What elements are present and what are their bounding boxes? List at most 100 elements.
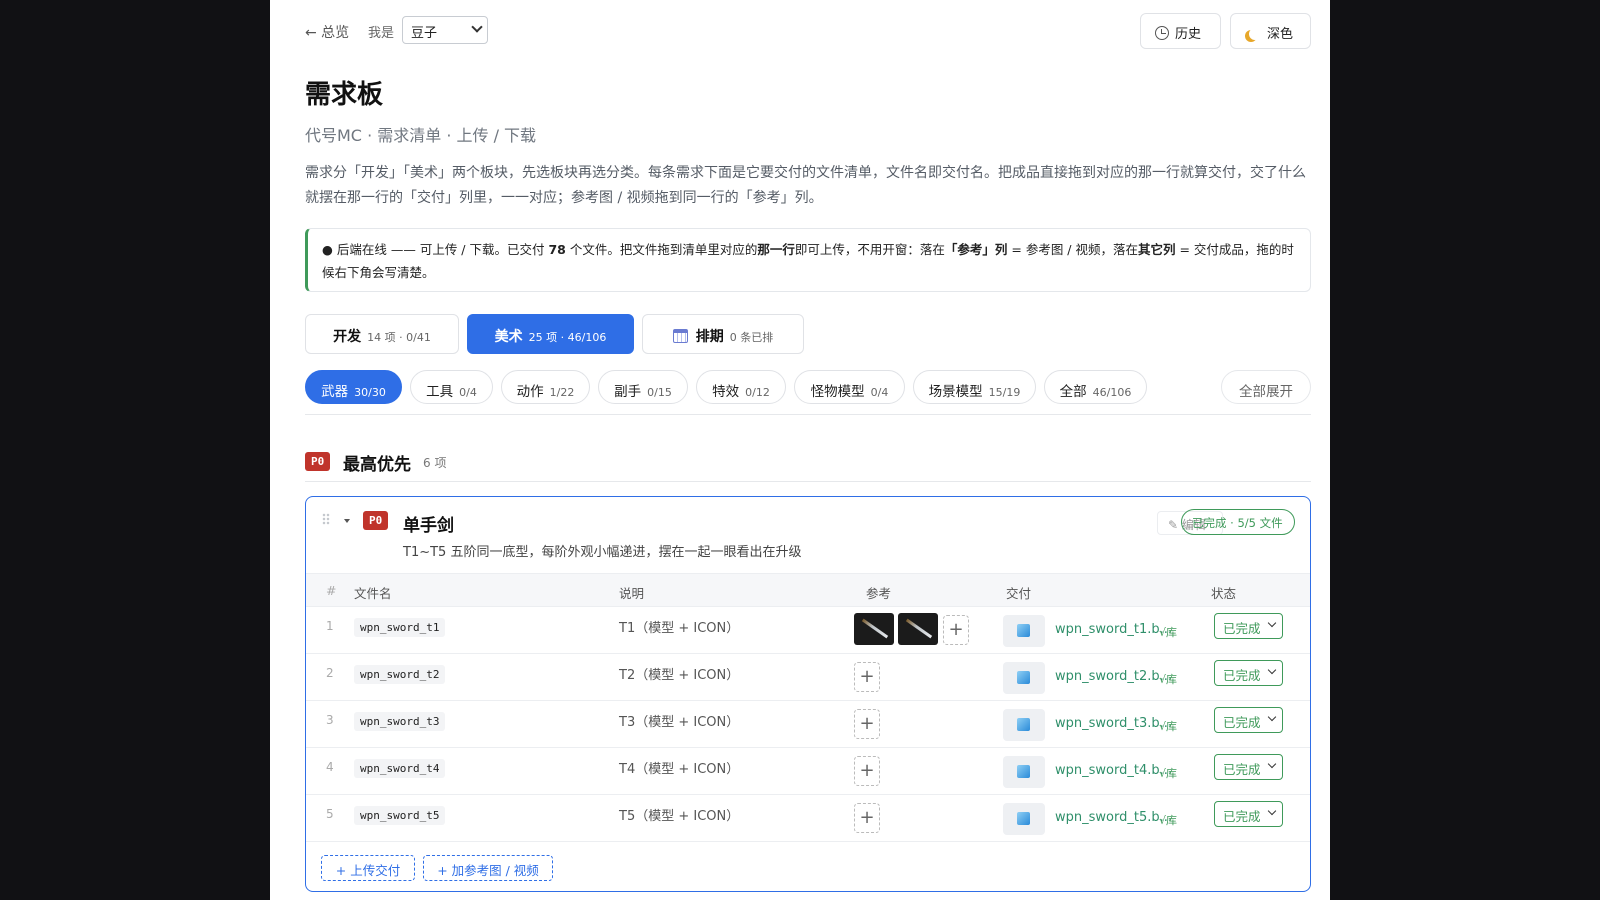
notice-emphasis: 其它列	[1138, 242, 1176, 257]
table-row[interactable]: 5 wpn_sword_t5 T5（模型 + ICON） + wpn_sword…	[306, 795, 1310, 842]
file-name: wpn_sword_t1	[354, 618, 446, 637]
chip-label: 动作	[516, 384, 544, 400]
file-name: wpn_sword_t4	[354, 759, 446, 778]
status-value: 已完成	[1223, 762, 1261, 777]
requirement-title: 单手剑	[403, 516, 454, 536]
chip-meta: 0/4	[459, 386, 477, 399]
tab-dev[interactable]: 开发 14 项 · 0/41	[305, 314, 459, 354]
file-description: T1（模型 + ICON）	[619, 621, 740, 636]
delivered-file-link[interactable]: wpn_sword_t4.b...	[1055, 763, 1172, 778]
library-check: √库	[1159, 814, 1178, 827]
backend-notice: ● 后端在线 —— 可上传 / 下载。已交付 78 个文件。把文件拖到清单里对应…	[305, 228, 1311, 292]
row-number: 4	[326, 760, 334, 774]
delivered-file-link[interactable]: wpn_sword_t2.b...	[1055, 669, 1172, 684]
tab-label: 排期	[695, 329, 724, 345]
row-number: 5	[326, 807, 334, 821]
page-title: 需求板	[305, 80, 384, 110]
delivered-file-link[interactable]: wpn_sword_t1.b...	[1055, 622, 1172, 637]
status-select[interactable]: 已完成	[1214, 707, 1283, 733]
chip-label: 副手	[614, 384, 642, 400]
history-button[interactable]: 历史	[1140, 13, 1221, 49]
upload-delivery-button[interactable]: + 上传交付	[321, 855, 415, 881]
column-header: 参考	[866, 586, 892, 601]
status-value: 已完成	[1223, 715, 1261, 730]
chip-meta: 30/30	[354, 386, 386, 399]
history-label: 历史	[1175, 27, 1202, 42]
priority-group-header: P0 最高优先 6 项	[305, 450, 446, 475]
expand-all-button[interactable]: 全部展开	[1221, 370, 1311, 404]
dark-mode-label: 深色	[1267, 27, 1294, 42]
user-label: 我是	[368, 26, 395, 41]
model-file-icon	[1003, 803, 1045, 835]
notice-text: ● 后端在线 —— 可上传 / 下载。已交付	[322, 242, 549, 257]
dark-mode-button[interactable]: 深色	[1230, 13, 1311, 49]
back-link[interactable]: ← 总览	[305, 22, 349, 42]
add-reference-button[interactable]: +	[854, 803, 880, 833]
delivered-file-link[interactable]: wpn_sword_t5.b...	[1055, 810, 1172, 825]
chip-scene[interactable]: 场景模型 15/19	[913, 370, 1036, 404]
chip-label: 武器	[321, 384, 349, 400]
column-header: 文件名	[354, 586, 392, 601]
chevron-down-icon	[1267, 806, 1277, 816]
delivered-file-link[interactable]: wpn_sword_t3.b...	[1055, 716, 1172, 731]
user-select[interactable]: 豆子	[402, 16, 488, 44]
add-reference-button[interactable]: +	[854, 709, 880, 739]
chip-all[interactable]: 全部 46/106	[1044, 370, 1147, 404]
collapse-toggle-icon[interactable]	[344, 519, 350, 523]
notice-emphasis: 「参考」列	[944, 242, 1008, 257]
row-number: 1	[326, 619, 334, 633]
notice-text: 即可上传，不用开窗：落在	[794, 242, 945, 257]
library-check: √库	[1159, 767, 1178, 780]
model-file-icon	[1003, 709, 1045, 741]
tab-meta: 25 项 · 46/106	[528, 331, 607, 344]
add-reference-button[interactable]: +	[943, 615, 969, 645]
reference-thumbnail[interactable]	[898, 613, 938, 645]
tab-label: 美术	[494, 329, 523, 345]
notice-text: 个文件。把文件拖到清单里对应的	[565, 242, 758, 257]
status-select[interactable]: 已完成	[1214, 613, 1283, 639]
status-select[interactable]: 已完成	[1214, 660, 1283, 686]
requirement-description: T1~T5 五阶同一底型，每阶外观小幅递进，摆在一起一眼看出在升级	[403, 545, 802, 560]
chip-meta: 46/106	[1092, 386, 1132, 399]
delivered-count: 78	[548, 242, 566, 257]
chip-label: 特效	[712, 384, 740, 400]
chip-monster[interactable]: 怪物模型 0/4	[794, 370, 905, 404]
add-reference-button[interactable]: +	[854, 662, 880, 692]
chip-fx[interactable]: 特效 0/12	[696, 370, 786, 404]
status-badge: 已完成 · 5/5 文件	[1181, 509, 1295, 535]
chip-tool[interactable]: 工具 0/4	[410, 370, 493, 404]
chip-meta: 15/19	[988, 386, 1021, 399]
chip-weapon[interactable]: 武器 30/30	[305, 370, 402, 404]
chip-label: 怪物模型	[810, 384, 865, 400]
table-row[interactable]: 4 wpn_sword_t4 T4（模型 + ICON） + wpn_sword…	[306, 748, 1310, 795]
status-select[interactable]: 已完成	[1214, 801, 1283, 827]
add-reference-button[interactable]: +	[854, 756, 880, 786]
row-number: 2	[326, 666, 334, 680]
reference-thumbnail[interactable]	[854, 613, 894, 645]
divider	[305, 414, 1311, 415]
tab-schedule[interactable]: 排期 0 条已排	[642, 314, 804, 354]
table-row[interactable]: 2 wpn_sword_t2 T2（模型 + ICON） + wpn_sword…	[306, 654, 1310, 701]
model-file-icon	[1003, 662, 1045, 694]
add-reference-media-button[interactable]: + 加参考图 / 视频	[423, 855, 553, 881]
status-select[interactable]: 已完成	[1214, 754, 1283, 780]
notice-emphasis: 那一行	[757, 242, 795, 257]
table-row[interactable]: 3 wpn_sword_t3 T3（模型 + ICON） + wpn_sword…	[306, 701, 1310, 748]
row-number: 3	[326, 713, 334, 727]
chip-meta: 1/22	[549, 386, 575, 399]
tab-art[interactable]: 美术 25 项 · 46/106	[467, 314, 634, 354]
table-row[interactable]: 1 wpn_sword_t1 T1（模型 + ICON） + wpn_sword…	[306, 607, 1310, 654]
column-header: 说明	[619, 586, 645, 601]
drag-handle-icon[interactable]	[322, 513, 330, 525]
library-check: √库	[1159, 626, 1178, 639]
file-description: T3（模型 + ICON）	[619, 715, 740, 730]
chip-action[interactable]: 动作 1/22	[501, 370, 590, 404]
file-name: wpn_sword_t5	[354, 806, 446, 825]
file-name: wpn_sword_t3	[354, 712, 446, 731]
chip-offhand[interactable]: 副手 0/15	[598, 370, 688, 404]
requirement-card: P0 单手剑 T1~T5 五阶同一底型，每阶外观小幅递进，摆在一起一眼看出在升级…	[305, 496, 1311, 892]
notice-text: = 参考图 / 视频，落在	[1007, 242, 1138, 257]
tab-meta: 14 项 · 0/41	[367, 331, 431, 344]
calendar-icon	[672, 329, 688, 343]
chevron-down-icon	[1267, 759, 1277, 769]
